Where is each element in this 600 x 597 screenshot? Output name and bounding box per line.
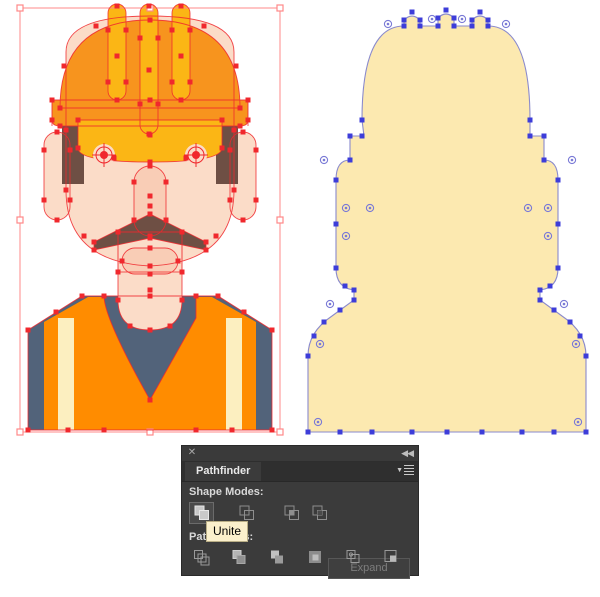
app-canvas: ✕ ◀◀ Pathfinder ▼ Shape Modes: [0,0,600,597]
trim-button[interactable] [227,547,252,569]
unite-tooltip: Unite [206,521,248,542]
crop-button[interactable] [303,547,328,569]
panel-menu-icon[interactable]: ▼ [396,465,414,478]
exclude-icon [311,505,328,522]
hamburger-icon [404,465,414,477]
minus-back-icon [383,550,401,567]
divide-button[interactable] [189,547,214,569]
unite-icon [193,505,210,522]
artwork-left-construction-worker[interactable] [0,0,300,440]
outline-button[interactable] [341,547,366,569]
exclude-button[interactable] [307,502,332,524]
minus-front-icon [238,505,255,522]
panel-titlebar[interactable]: ✕ ◀◀ [182,446,418,462]
minus-back-button[interactable] [379,547,404,569]
pathfinder-panel[interactable]: ✕ ◀◀ Pathfinder ▼ Shape Modes: [182,446,418,575]
united-path [308,14,586,432]
shape-modes-label: Shape Modes: [189,486,264,498]
collapse-to-icons-icon[interactable]: ◀◀ [401,447,413,459]
chevron-down-icon: ▼ [396,467,403,474]
trim-icon [231,550,249,567]
intersect-icon [283,505,300,522]
crop-icon [307,550,325,567]
outline-icon [345,550,363,567]
divide-icon [193,550,211,567]
merge-icon [269,550,287,567]
merge-button[interactable] [265,547,290,569]
tab-pathfinder[interactable]: Pathfinder [185,462,261,481]
panel-tabbar[interactable]: Pathfinder ▼ [182,462,418,482]
close-icon[interactable]: ✕ [187,448,197,458]
artwork-right-united-silhouette[interactable] [300,0,600,440]
intersect-button[interactable] [279,502,304,524]
